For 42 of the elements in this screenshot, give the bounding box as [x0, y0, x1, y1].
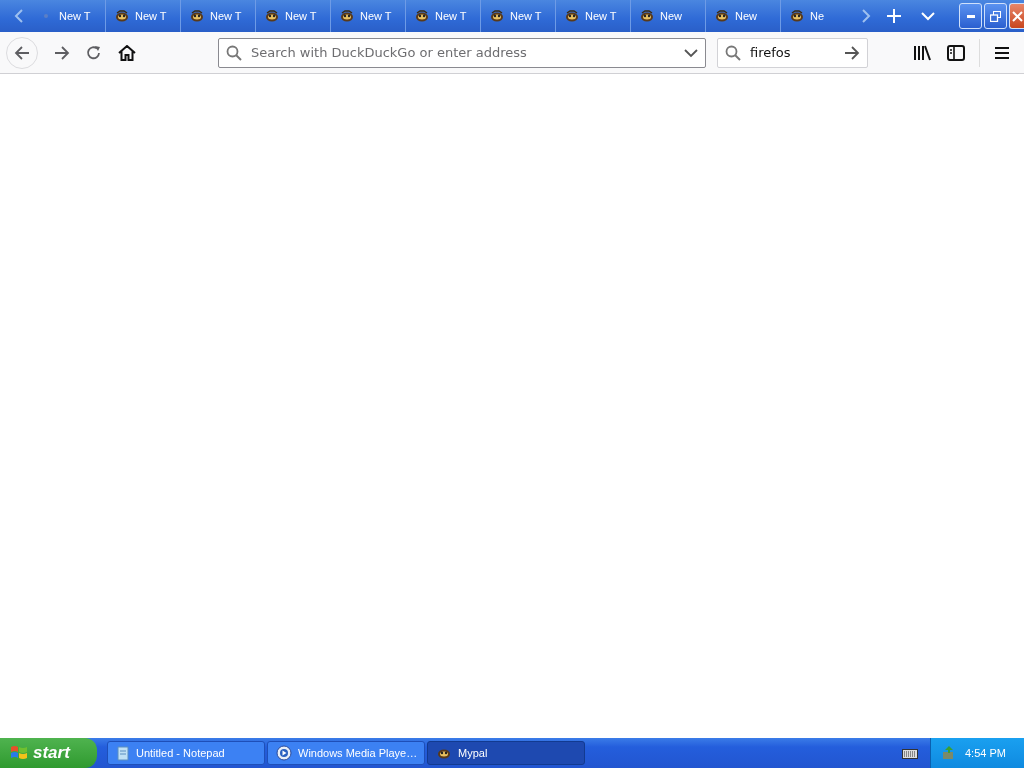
restore-icon [990, 10, 1001, 22]
restore-button[interactable] [984, 3, 1007, 29]
browser-tab[interactable]: New T [30, 0, 105, 32]
keyboard-icon[interactable] [902, 747, 918, 759]
sidebar-icon[interactable] [947, 44, 965, 61]
minimize-button[interactable] [959, 3, 982, 29]
windows-logo-icon [10, 744, 28, 762]
clock: 4:54 PM [965, 747, 1006, 759]
mascot-icon [264, 8, 280, 24]
close-icon [1011, 10, 1023, 22]
notepad-icon [116, 745, 130, 761]
scroll-left-icon[interactable] [14, 9, 24, 23]
menu-icon[interactable] [994, 45, 1010, 60]
mascot-icon [189, 8, 205, 24]
search-field[interactable]: firefos [717, 37, 868, 68]
media-player-icon [276, 745, 292, 761]
mascot-icon [489, 8, 505, 24]
mascot-icon [339, 8, 355, 24]
mascot-icon [714, 8, 730, 24]
reload-icon[interactable] [86, 44, 102, 61]
new-tab-icon[interactable] [887, 9, 901, 23]
back-icon [14, 45, 30, 60]
close-button[interactable] [1009, 3, 1024, 29]
chevron-down-icon[interactable] [684, 47, 698, 58]
forward-icon[interactable] [54, 45, 70, 60]
home-icon[interactable] [118, 44, 136, 61]
address-field[interactable]: Search with DuckDuckGo or enter address [218, 37, 706, 68]
mascot-icon [114, 8, 130, 24]
mascot-icon [789, 8, 805, 24]
taskbar-button[interactable]: Windows Media Playe… [267, 741, 425, 765]
minimize-icon [966, 14, 975, 18]
start-button[interactable]: start [0, 738, 97, 768]
mascot-icon [564, 8, 580, 24]
arrow-right-icon[interactable] [844, 45, 860, 60]
scroll-right-icon[interactable] [861, 9, 871, 23]
search-icon [226, 44, 242, 61]
library-icon[interactable] [913, 44, 931, 61]
search-icon [725, 44, 741, 61]
mascot-icon [414, 8, 430, 24]
mascot-icon [639, 8, 655, 24]
taskbar-button[interactable]: Mypal [427, 741, 585, 765]
taskbar-button[interactable]: Untitled - Notepad [107, 741, 265, 765]
